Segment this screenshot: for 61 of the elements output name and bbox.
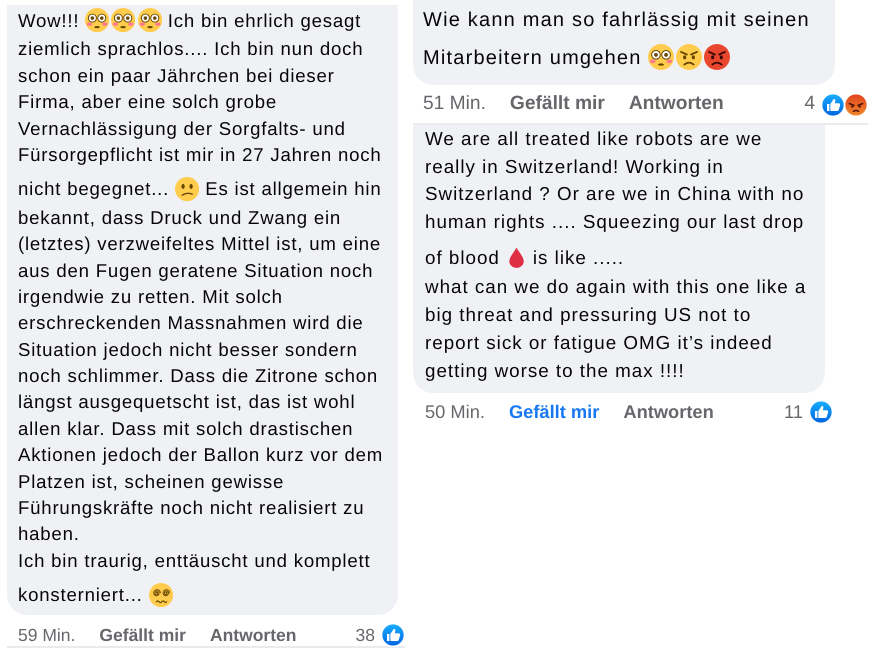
flushed-face-icon — [138, 8, 162, 33]
reaction-count: 11 — [784, 400, 803, 424]
comment-text: Es ist allgemein hin — [205, 178, 382, 200]
angry-face-icon — [844, 92, 868, 116]
comment-text: Firma, aber eine solch grobe — [18, 91, 278, 112]
comment-text: Vernachlässigung der Sorgfalts- und — [18, 118, 346, 139]
comment-text: Führungskräfte noch nicht realisiert zu — [18, 497, 364, 518]
comment-text: nicht begegnet... — [18, 178, 170, 200]
comment-text: Wow!!! — [18, 10, 80, 31]
thumbs-up-icon — [821, 92, 845, 116]
like-button[interactable]: Gefällt mir — [510, 93, 605, 116]
reply-button[interactable]: Antworten — [628, 93, 724, 116]
thumbs-up-icon — [381, 623, 405, 648]
comment-text: erschreckenden Massnahmen wird die — [18, 312, 364, 334]
like-button[interactable]: Gefällt mir — [508, 401, 600, 422]
comment-text: konsterniert... — [18, 584, 143, 606]
comment-text: allen klar. Dass mit solch drastischen — [18, 418, 354, 439]
comment-text: noch schlimmer. Dass die Zitrone schon — [18, 365, 378, 386]
comment-text: irgendwie zu retten. Mit solch — [18, 286, 283, 307]
flushed-face-icon — [85, 8, 110, 33]
comment-text: Aktionen jedoch der Ballon kurz vor dem — [18, 444, 384, 466]
comment-text: Mitarbeitern umgehen — [423, 47, 642, 69]
comment-text: Switzerland ? Or are we in China with no — [425, 183, 804, 204]
comment-time: 50 Min. — [425, 400, 485, 424]
comment-text: schon ein paar Jährchen bei dieser — [18, 64, 335, 86]
comment-time: 51 Min. — [423, 92, 486, 116]
comment-text: of blood — [425, 246, 500, 268]
comment-time: 59 Min. — [18, 624, 76, 647]
thumbs-up-icon — [809, 400, 833, 424]
comment-text: We are all treated like robots are we — [425, 128, 762, 149]
comment-text: human rights .... Squeezing our last drop — [425, 211, 804, 232]
comment-text: Ich bin traurig, enttäuscht und komplett — [18, 550, 370, 571]
like-button[interactable]: Gefällt mir — [99, 625, 186, 646]
reply-button[interactable]: Antworten — [210, 625, 296, 646]
reaction-count: 38 — [356, 624, 375, 647]
comment-text: Ich bin ehrlich gesagt — [168, 10, 362, 31]
comment-text: report sick or fatigue OMG it’s indeed — [425, 332, 773, 353]
reply-button[interactable]: Antworten — [623, 401, 714, 422]
comment-text: Platzen ist, scheinen gewisse — [18, 470, 284, 492]
confused-face-icon — [175, 176, 200, 201]
angry-face-icon — [676, 44, 702, 70]
comment-text: really in Switzerland! Working in — [425, 156, 724, 177]
dizzy-face-icon — [148, 582, 173, 607]
comment-text: aus den Fugen geratene Situation noch — [18, 260, 374, 281]
comment-text: Fürsorgepflicht ist mir in 27 Jahren noch — [18, 144, 382, 165]
comment-text: Wie kann man so fahrlässig mit seinen — [423, 9, 810, 31]
comment-text: ziemlich sprachlos.... Ich bin nun doch — [18, 38, 364, 60]
reaction-count: 4 — [804, 92, 815, 116]
comment-text: what can we do again with this one like a — [425, 276, 806, 298]
comment-text: Situation jedoch nicht besser sondern — [18, 338, 358, 360]
comment-text: (letztes) verzweifeltes Mittel ist, um eine — [18, 233, 381, 254]
comment-text: längst ausgequetscht ist, das ist wohl — [18, 391, 356, 412]
flushed-face-icon — [111, 8, 136, 33]
pouting-face-icon — [704, 44, 730, 70]
comment-text: haben. — [18, 523, 80, 544]
comment-text: getting worse to the max !!!! — [425, 360, 685, 380]
comment-text: big threat and pressuring US not to — [425, 304, 752, 326]
blood-drop-icon — [508, 246, 524, 270]
comment-text: bekannt, dass Druck und Zwang ein — [18, 206, 342, 228]
comment-text: is like ..... — [532, 246, 624, 268]
flushed-face-icon — [648, 44, 674, 70]
